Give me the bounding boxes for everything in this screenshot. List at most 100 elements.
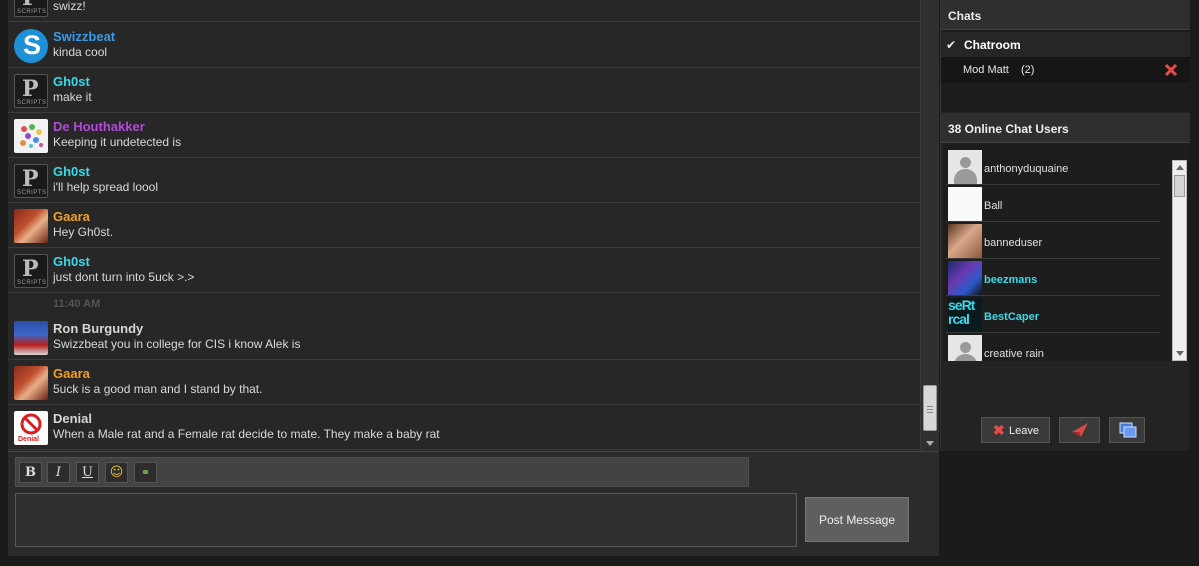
popout-button[interactable] <box>1109 417 1145 443</box>
chats-panel: Chats ✔ Chatroom Mod Matt (2) <box>941 0 1190 112</box>
scrollbar-thumb[interactable] <box>1174 175 1185 197</box>
message-username[interactable]: Gh0st <box>53 254 90 269</box>
chat-tab-mod-matt[interactable]: Mod Matt (2) <box>941 57 1190 83</box>
scrollbar-thumb[interactable] <box>923 385 937 431</box>
popout-icon <box>1119 422 1137 438</box>
message-text: just dont turn into 5uck >.> <box>53 270 195 284</box>
send-icon <box>1072 423 1088 437</box>
user-row[interactable]: banneduser <box>946 222 1160 259</box>
message-list: P SCRIPTS swizz! S Swizzbeat kinda cool … <box>8 0 920 451</box>
message-username[interactable]: Gh0st <box>53 164 90 179</box>
leave-label: Leave <box>1009 425 1039 437</box>
user-name: creative rain <box>984 348 1044 360</box>
avatar: S <box>14 29 48 63</box>
message-text: kinda cool <box>53 45 108 59</box>
message-text: 5uck is a good man and I stand by that. <box>53 382 263 396</box>
online-users-header: 38 Online Chat Users <box>941 113 1190 143</box>
avatar: P SCRIPTS <box>14 164 48 198</box>
user-row[interactable]: beezmans <box>946 259 1160 296</box>
avatar-text: seRt rcal <box>948 298 975 327</box>
user-name: anthonyduquaine <box>984 163 1069 175</box>
avatar-dots-icon <box>20 124 43 148</box>
avatar-letter: P <box>22 76 39 102</box>
message-text: swizz! <box>53 0 86 13</box>
post-message-button[interactable]: Post Message <box>805 497 909 542</box>
chat-tab-label: Chatroom <box>964 38 1021 52</box>
timestamp-divider: 11:40 AM <box>8 293 920 316</box>
avatar <box>14 321 48 355</box>
user-name: Ball <box>984 200 1003 212</box>
users-scrollbar[interactable] <box>1172 160 1187 361</box>
avatar <box>948 150 982 184</box>
check-icon: ✔ <box>946 38 957 52</box>
bottom-bar <box>0 556 1199 566</box>
avatar <box>948 261 982 295</box>
message-username[interactable]: De Houthakker <box>53 119 145 134</box>
message-text: Hey Gh0st. <box>53 225 114 239</box>
emoji-button[interactable]: ☺ <box>105 462 128 483</box>
message-item: P SCRIPTS Gh0st just dont turn into 5uck… <box>8 248 920 293</box>
message-scrollbar[interactable] <box>920 0 939 451</box>
close-icon[interactable] <box>1165 64 1177 76</box>
message-input[interactable] <box>15 493 797 547</box>
send-button[interactable] <box>1059 417 1100 443</box>
avatar-subtext: SCRIPTS <box>17 190 47 196</box>
format-toolbar: B I U ☺ ⚭ <box>15 457 749 487</box>
avatar: P SCRIPTS <box>14 0 48 17</box>
message-username[interactable]: Gaara <box>53 209 90 224</box>
sidebar: Chats ✔ Chatroom Mod Matt (2) 38 Online … <box>940 0 1190 451</box>
chat-area: P SCRIPTS swizz! S Swizzbeat kinda cool … <box>8 0 939 556</box>
link-button[interactable]: ⚭ <box>134 462 157 483</box>
user-name: banneduser <box>984 237 1043 249</box>
avatar <box>948 335 982 361</box>
message-text: Keeping it undetected is <box>53 135 182 149</box>
avatar-label: Denial <box>18 436 40 443</box>
message-username[interactable]: Ron Burgundy <box>53 321 143 336</box>
message-item: S Swizzbeat kinda cool <box>8 23 920 68</box>
message-item: Gaara 5uck is a good man and I stand by … <box>8 360 920 405</box>
message-username[interactable]: Denial <box>53 411 92 426</box>
message-item: Gaara Hey Gh0st. <box>8 203 920 248</box>
message-item: P SCRIPTS swizz! <box>8 0 920 22</box>
avatar: Denial <box>14 411 48 445</box>
avatar: P SCRIPTS <box>14 254 48 288</box>
message-composer: B I U ☺ ⚭ Post Message <box>8 451 939 556</box>
leave-button[interactable]: ✖ Leave <box>981 417 1050 443</box>
message-username[interactable]: Swizzbeat <box>53 29 115 44</box>
avatar-subtext: SCRIPTS <box>17 100 47 106</box>
avatar <box>948 187 982 221</box>
user-name: beezmans <box>984 274 1038 286</box>
avatar <box>948 224 982 258</box>
user-row[interactable]: anthonyduquaine <box>946 148 1160 185</box>
italic-button[interactable]: I <box>47 462 70 483</box>
timestamp-label: 11:40 AM <box>53 298 101 310</box>
message-item: P SCRIPTS Gh0st i'll help spread loool <box>8 158 920 203</box>
message-text: i'll help spread loool <box>53 180 159 194</box>
avatar: seRt rcal <box>948 298 982 332</box>
avatar-letter: P <box>22 256 39 282</box>
message-item: Denial Denial When a Male rat and a Fema… <box>8 405 920 450</box>
bold-button[interactable]: B <box>19 462 42 483</box>
underline-button[interactable]: U <box>76 462 99 483</box>
message-item: De Houthakker Keeping it undetected is <box>8 113 920 158</box>
scroll-down-icon[interactable] <box>1176 351 1184 356</box>
avatar: P SCRIPTS <box>14 74 48 108</box>
message-text: make it <box>53 90 92 104</box>
user-name: BestCaper <box>984 311 1040 323</box>
message-username[interactable]: Gh0st <box>53 74 90 89</box>
user-row[interactable]: creative rain <box>946 333 1160 361</box>
scroll-up-icon[interactable] <box>1176 165 1184 170</box>
avatar <box>14 366 48 400</box>
user-row[interactable]: seRt rcal BestCaper <box>946 296 1160 333</box>
chat-tab-chatroom[interactable]: ✔ Chatroom <box>941 32 1190 57</box>
message-text: Swizzbeat you in college for CIS i know … <box>53 337 301 351</box>
user-row[interactable]: Ball <box>946 185 1160 222</box>
avatar-letter: S <box>23 30 42 60</box>
scroll-down-icon[interactable] <box>926 441 934 446</box>
avatar-subtext: SCRIPTS <box>17 9 47 15</box>
avatar <box>14 119 48 153</box>
message-username[interactable]: Gaara <box>53 366 90 381</box>
unread-count: (2) <box>1021 64 1035 76</box>
message-item: Ron Burgundy Swizzbeat you in college fo… <box>8 315 920 360</box>
chat-tab-label: Mod Matt <box>963 64 1009 76</box>
